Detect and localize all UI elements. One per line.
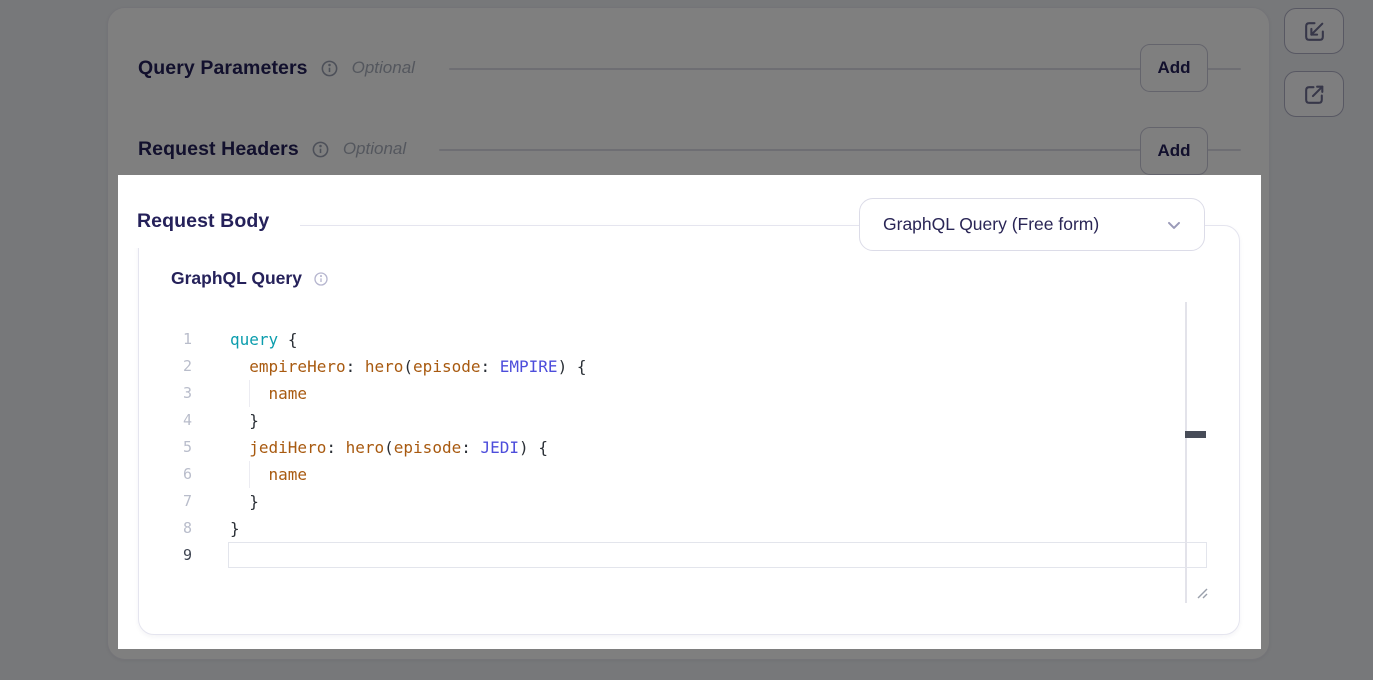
tour-overlay-top[interactable] [0, 0, 1373, 175]
info-icon[interactable] [313, 271, 329, 287]
editor-scrollbar-track [1185, 302, 1187, 603]
body-type-select[interactable]: GraphQL Query (Free form) [859, 198, 1205, 251]
tour-overlay-left[interactable] [0, 175, 118, 649]
graphql-query-editor[interactable]: query { empireHero: hero(episode: EMPIRE… [230, 326, 1208, 569]
editor-label-row: GraphQL Query [171, 268, 329, 289]
editor-gutter: 123456789 [150, 326, 192, 569]
tour-overlay-bottom[interactable] [0, 649, 1373, 680]
request-body-legend: Request Body [126, 210, 300, 248]
editor-scrollbar-thumb[interactable] [1185, 431, 1206, 438]
textarea-resize-handle[interactable] [1194, 585, 1208, 604]
indent-guide [249, 461, 250, 488]
indent-guide [249, 380, 250, 407]
tour-overlay-right[interactable] [1261, 175, 1373, 649]
request-body-title: Request Body [137, 210, 269, 233]
graphql-query-label: GraphQL Query [171, 268, 302, 289]
chevron-down-icon [1164, 215, 1184, 235]
body-type-selected-value: GraphQL Query (Free form) [883, 214, 1164, 235]
